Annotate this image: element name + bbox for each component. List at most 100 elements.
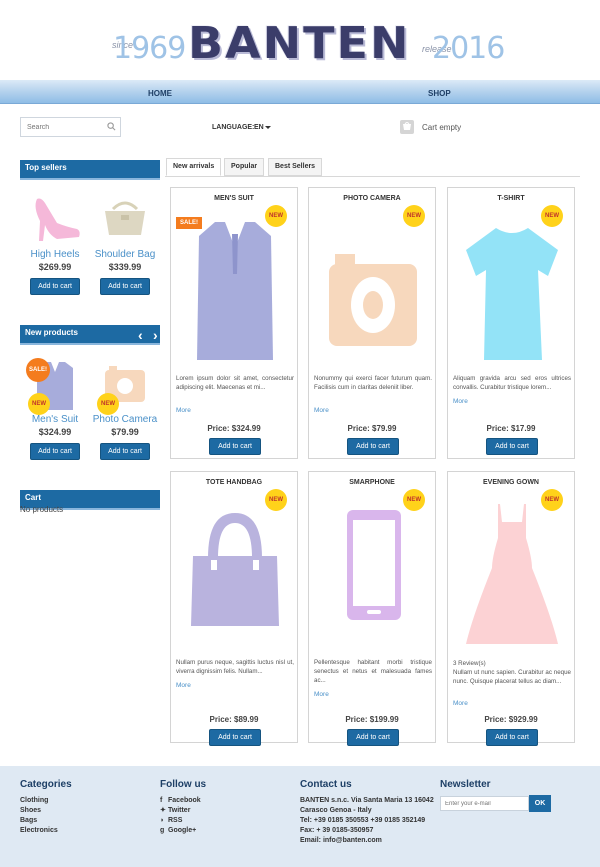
site-logo[interactable]: BANTEN (188, 17, 410, 68)
product-card: TOTE HANDBAG Nullam purus neque, sagitti… (170, 471, 298, 746)
search-icon[interactable] (107, 122, 116, 131)
product-card: PHOTO CAMERA Nonummy qui exerci facer fu… (308, 187, 436, 459)
add-to-cart-button[interactable]: Add to cart (486, 729, 538, 746)
product-description: Nullam ut nunc sapien. Curabitur ac nequ… (453, 669, 571, 685)
shoulder-bag-image[interactable] (97, 195, 153, 245)
new-badge: NEW (265, 489, 287, 511)
product-description: Nonummy qui exerci facer futurum quam. F… (314, 375, 432, 391)
new-badge: NEW (403, 489, 425, 511)
product-description: Nullam purus neque, sagittis luctus nisl… (176, 659, 294, 675)
footer-link[interactable]: Electronics (20, 826, 58, 836)
camera-icon[interactable] (323, 214, 423, 364)
product-price: Price: $17.99 (486, 424, 536, 433)
sale-badge: SALE! (176, 217, 202, 229)
tab-best-sellers[interactable]: Best Sellers (268, 158, 323, 176)
more-link[interactable]: More (314, 407, 329, 414)
add-to-cart-button[interactable]: Add to cart (209, 729, 261, 746)
nav-shop[interactable]: SHOP (428, 89, 451, 98)
smartphone-icon[interactable] (323, 498, 423, 648)
footer-contact-info: BANTEN s.n.c. Via Santa Maria 13 16042 C… (300, 796, 434, 846)
new-badge: NEW (541, 489, 563, 511)
tab-divider (165, 176, 580, 177)
newsletter-email-field[interactable] (440, 796, 529, 811)
cart-icon[interactable] (400, 120, 414, 134)
product-description: Lorem ipsum dolor sit amet, consectetur … (176, 375, 294, 391)
social-google-plus[interactable]: g Google+ (160, 826, 201, 836)
chevron-right-icon[interactable]: › (153, 327, 158, 343)
footer-contact-heading: Contact us (300, 779, 352, 790)
product-card: T-SHIRT Aliquam gravida arcu sed eros ul… (447, 187, 575, 459)
new-badge: NEW (541, 205, 563, 227)
add-to-cart-button[interactable]: Add to cart (100, 443, 150, 460)
tab-new-arrivals[interactable]: New arrivals (166, 158, 222, 176)
language-selector[interactable]: EN (254, 124, 264, 131)
chevron-down-icon[interactable] (265, 126, 271, 129)
review-count[interactable]: 3 Review(s) (453, 659, 571, 668)
product-price: Price: $324.99 (207, 424, 261, 433)
chevron-left-icon[interactable]: ‹ (138, 327, 143, 343)
more-link[interactable]: More (453, 398, 468, 405)
product-title[interactable]: T-SHIRT (448, 195, 574, 202)
new-badge: NEW (403, 205, 425, 227)
add-to-cart-button[interactable]: Add to cart (209, 438, 261, 455)
tab-popular[interactable]: Popular (224, 158, 265, 176)
product-title[interactable]: MEN'S SUIT (171, 195, 297, 202)
search-box (20, 117, 121, 137)
social-twitter[interactable]: ✦ Twitter (160, 806, 201, 816)
footer-link[interactable]: Shoes (20, 806, 58, 816)
social-facebook[interactable]: f Facebook (160, 796, 201, 806)
product-card: SMARPHONE Pellentesque habitant morbi tr… (308, 471, 436, 746)
product-description: Pellentesque habitant morbi tristique se… (314, 659, 432, 684)
site-header: since 1969 BANTEN release 2016 (0, 0, 600, 80)
more-link[interactable]: More (314, 691, 329, 698)
product-price: $79.99 (111, 427, 139, 437)
cart-status[interactable]: Cart empty (422, 123, 461, 132)
top-seller-item: Shoulder Bag $339.99 Add to cart (90, 195, 160, 295)
suit-icon[interactable] (185, 214, 285, 364)
product-price: Price: $79.99 (347, 424, 397, 433)
footer-newsletter-heading: Newsletter (440, 779, 491, 790)
product-name[interactable]: Men's Suit (20, 414, 90, 425)
contact-line: Carasco Genoa - Italy (300, 807, 372, 814)
new-badge: NEW (28, 393, 50, 415)
handbag-icon[interactable] (185, 498, 285, 648)
nav-home[interactable]: HOME (148, 89, 172, 98)
add-to-cart-button[interactable]: Add to cart (30, 443, 80, 460)
product-title[interactable]: SMARPHONE (309, 479, 435, 486)
cart-empty-text: No products (20, 505, 64, 514)
search-input[interactable] (21, 118, 101, 136)
high-heels-image[interactable] (27, 195, 83, 245)
add-to-cart-button[interactable]: Add to cart (30, 278, 80, 295)
more-link[interactable]: More (453, 700, 468, 707)
product-name[interactable]: Photo Camera (90, 414, 160, 425)
product-price: $324.99 (38, 427, 72, 437)
social-label: Twitter (168, 807, 191, 814)
product-name[interactable]: Shoulder Bag (90, 249, 160, 260)
release-year: 2016 (432, 31, 505, 66)
add-to-cart-button[interactable]: Add to cart (347, 729, 399, 746)
add-to-cart-button[interactable]: Add to cart (486, 438, 538, 455)
product-name[interactable]: High Heels (20, 249, 90, 260)
tshirt-icon[interactable] (462, 214, 562, 364)
add-to-cart-button[interactable]: Add to cart (100, 278, 150, 295)
more-link[interactable]: More (176, 682, 191, 689)
product-title[interactable]: EVENING GOWN (448, 479, 574, 486)
footer-social-list: f Facebook ✦ Twitter ◗ RSS g Google+ (160, 796, 201, 836)
social-label: Google+ (168, 827, 197, 834)
more-link[interactable]: More (176, 407, 191, 414)
add-to-cart-button[interactable]: Add to cart (347, 438, 399, 455)
product-price: Price: $89.99 (209, 715, 259, 724)
product-price: Price: $199.99 (345, 715, 399, 724)
newsletter-submit-button[interactable]: OK (529, 795, 551, 812)
product-title[interactable]: TOTE HANDBAG (171, 479, 297, 486)
product-price: $269.99 (38, 262, 72, 272)
footer-link[interactable]: Bags (20, 816, 58, 826)
social-rss[interactable]: ◗ RSS (160, 816, 201, 826)
top-sellers-heading: Top sellers (20, 160, 160, 180)
footer-link[interactable]: Clothing (20, 796, 58, 806)
product-card: EVENING GOWN 3 Review(s) Nullam ut nunc … (447, 471, 575, 746)
contact-email[interactable]: Email: info@banten.com (300, 836, 434, 846)
gown-icon[interactable] (462, 498, 562, 648)
product-title[interactable]: PHOTO CAMERA (309, 195, 435, 202)
top-seller-item: High Heels $269.99 Add to cart (20, 195, 90, 295)
